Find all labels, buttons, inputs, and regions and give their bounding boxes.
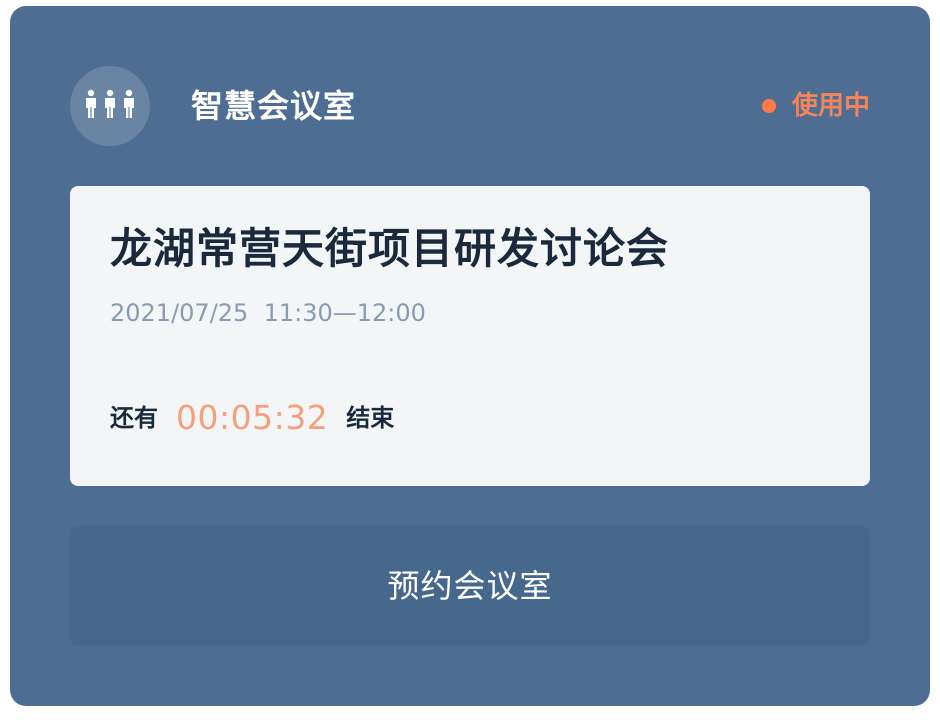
meeting-time: 2021/07/25 11:30—12:00 [110,299,426,327]
book-room-button[interactable]: 预约会议室 [70,526,870,646]
meeting-title: 龙湖常营天街项目研发讨论会 [110,224,670,273]
room-name: 智慧会议室 [191,87,357,125]
status-text: 使用中 [791,91,870,121]
countdown-prefix: 还有 [110,404,158,432]
status-dot-icon [761,99,776,113]
countdown-timer: 00:05:32 [176,398,329,437]
countdown-suffix: 结束 [346,404,395,432]
people-group-icon [82,89,138,123]
countdown-row: 还有 00:05:32 结束 [110,398,394,438]
meeting-room-card: 智慧会议室 使用中 龙湖常营天街项目研发讨论会 2021/07/25 11:30… [10,6,930,706]
room-avatar [70,66,150,146]
book-room-label: 预约会议室 [387,567,553,605]
room-status: 使用中 [761,88,870,124]
current-meeting-panel: 龙湖常营天街项目研发讨论会 2021/07/25 11:30—12:00 还有 … [70,186,870,486]
